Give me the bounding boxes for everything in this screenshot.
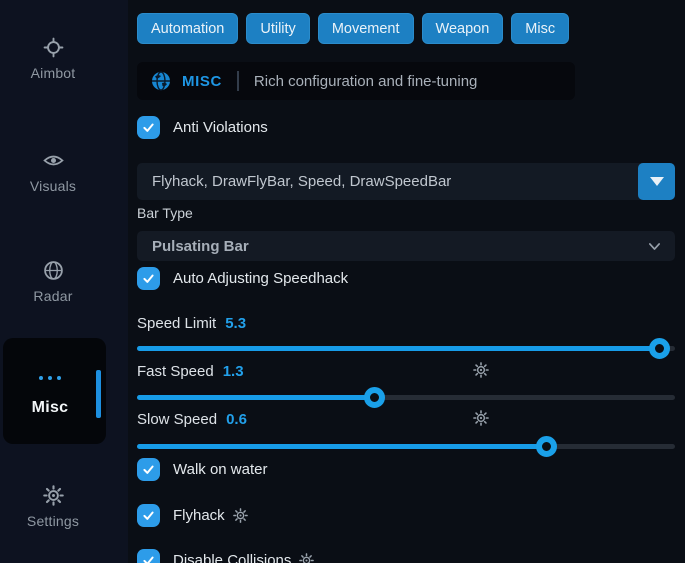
checkbox-label: Disable Collisions bbox=[173, 552, 314, 563]
crosshair-icon bbox=[43, 37, 64, 58]
check-icon bbox=[141, 120, 156, 135]
section-header: MISC Rich configuration and fine-tuning bbox=[137, 62, 575, 100]
slider-thumb[interactable] bbox=[536, 436, 557, 457]
slider-value: 5.3 bbox=[225, 315, 246, 332]
checkbox-checked[interactable] bbox=[137, 504, 160, 527]
ellipsis-icon bbox=[3, 376, 97, 380]
main-content: Automation Utility Movement Weapon Misc … bbox=[137, 0, 675, 563]
checkbox-label: Anti Violations bbox=[173, 119, 268, 136]
select-value: Pulsating Bar bbox=[152, 238, 249, 255]
slider-thumb[interactable] bbox=[364, 387, 385, 408]
globe-icon bbox=[43, 260, 64, 281]
sidebar-item-settings[interactable]: Settings bbox=[0, 485, 106, 529]
slider-label-slow-speed: Slow Speed 0.6 bbox=[137, 410, 247, 428]
slider-thumb[interactable] bbox=[649, 338, 670, 359]
dropdown-button[interactable] bbox=[638, 163, 675, 200]
slider-name: Fast Speed bbox=[137, 363, 214, 380]
slider-value: 0.6 bbox=[226, 411, 247, 428]
globe-icon bbox=[151, 71, 171, 91]
slider-name: Slow Speed bbox=[137, 411, 217, 428]
sidebar-item-label: Settings bbox=[27, 513, 79, 529]
sidebar-item-label: Visuals bbox=[30, 178, 76, 194]
check-icon bbox=[141, 462, 156, 477]
sidebar-item-label: Radar bbox=[33, 288, 72, 304]
checkbox-disable-collisions[interactable]: Disable Collisions bbox=[137, 549, 314, 563]
slider-speed-limit[interactable] bbox=[137, 338, 675, 358]
divider bbox=[237, 71, 239, 91]
bar-multiselect-field[interactable]: Flyhack, DrawFlyBar, Speed, DrawSpeedBar bbox=[137, 163, 675, 200]
sidebar-item-misc[interactable]: Misc bbox=[3, 338, 106, 444]
sidebar-item-radar[interactable]: Radar bbox=[0, 260, 106, 304]
checkbox-label-text: Flyhack bbox=[173, 507, 225, 524]
slider-name: Speed Limit bbox=[137, 315, 216, 332]
triangle-down-icon bbox=[650, 177, 664, 186]
gear-icon[interactable] bbox=[233, 508, 248, 523]
bar-type-label: Bar Type bbox=[137, 205, 193, 221]
section-title: MISC bbox=[182, 73, 222, 90]
slider-fill bbox=[137, 395, 374, 400]
section-subtitle: Rich configuration and fine-tuning bbox=[254, 73, 477, 90]
slider-fill bbox=[137, 444, 546, 449]
checkbox-flyhack[interactable]: Flyhack bbox=[137, 504, 248, 527]
checkbox-checked[interactable] bbox=[137, 267, 160, 290]
slider-label-fast-speed: Fast Speed 1.3 bbox=[137, 362, 244, 380]
checkbox-checked[interactable] bbox=[137, 116, 160, 139]
check-icon bbox=[141, 508, 156, 523]
checkbox-walk-on-water[interactable]: Walk on water bbox=[137, 458, 267, 481]
eye-icon bbox=[43, 150, 64, 171]
sidebar-item-visuals[interactable]: Visuals bbox=[0, 150, 106, 194]
tab-automation[interactable]: Automation bbox=[137, 13, 238, 44]
slider-label-speed-limit: Speed Limit 5.3 bbox=[137, 314, 246, 332]
tab-misc[interactable]: Misc bbox=[511, 13, 569, 44]
category-tabs: Automation Utility Movement Weapon Misc bbox=[137, 13, 569, 44]
bar-type-select[interactable]: Pulsating Bar bbox=[137, 231, 675, 261]
gear-icon[interactable] bbox=[473, 362, 489, 378]
gear-icon[interactable] bbox=[473, 410, 489, 426]
slider-fill bbox=[137, 346, 659, 351]
app-window: Aimbot Visuals Radar Misc Settings Autom… bbox=[0, 0, 685, 563]
sidebar-item-aimbot[interactable]: Aimbot bbox=[0, 37, 106, 81]
chevron-down-icon bbox=[646, 238, 663, 255]
active-indicator bbox=[96, 370, 101, 418]
check-icon bbox=[141, 553, 156, 563]
tab-utility[interactable]: Utility bbox=[246, 13, 309, 44]
gear-icon bbox=[43, 485, 64, 506]
tab-weapon[interactable]: Weapon bbox=[422, 13, 504, 44]
sidebar: Aimbot Visuals Radar Misc Settings bbox=[0, 0, 128, 563]
sidebar-item-label: Aimbot bbox=[31, 65, 76, 81]
check-icon bbox=[141, 271, 156, 286]
checkbox-label: Walk on water bbox=[173, 461, 267, 478]
checkbox-checked[interactable] bbox=[137, 458, 160, 481]
slider-fast-speed[interactable] bbox=[137, 387, 675, 407]
multiselect-value: Flyhack, DrawFlyBar, Speed, DrawSpeedBar bbox=[152, 173, 451, 190]
checkbox-anti-violations[interactable]: Anti Violations bbox=[137, 116, 268, 139]
gear-icon[interactable] bbox=[299, 553, 314, 563]
checkbox-label-text: Disable Collisions bbox=[173, 552, 291, 563]
checkbox-label: Auto Adjusting Speedhack bbox=[173, 270, 348, 287]
checkbox-auto-adjusting-speedhack[interactable]: Auto Adjusting Speedhack bbox=[137, 267, 348, 290]
sidebar-item-label: Misc bbox=[3, 399, 97, 417]
checkbox-checked[interactable] bbox=[137, 549, 160, 563]
checkbox-label: Flyhack bbox=[173, 507, 248, 524]
slider-slow-speed[interactable] bbox=[137, 436, 675, 456]
tab-movement[interactable]: Movement bbox=[318, 13, 414, 44]
slider-value: 1.3 bbox=[223, 363, 244, 380]
